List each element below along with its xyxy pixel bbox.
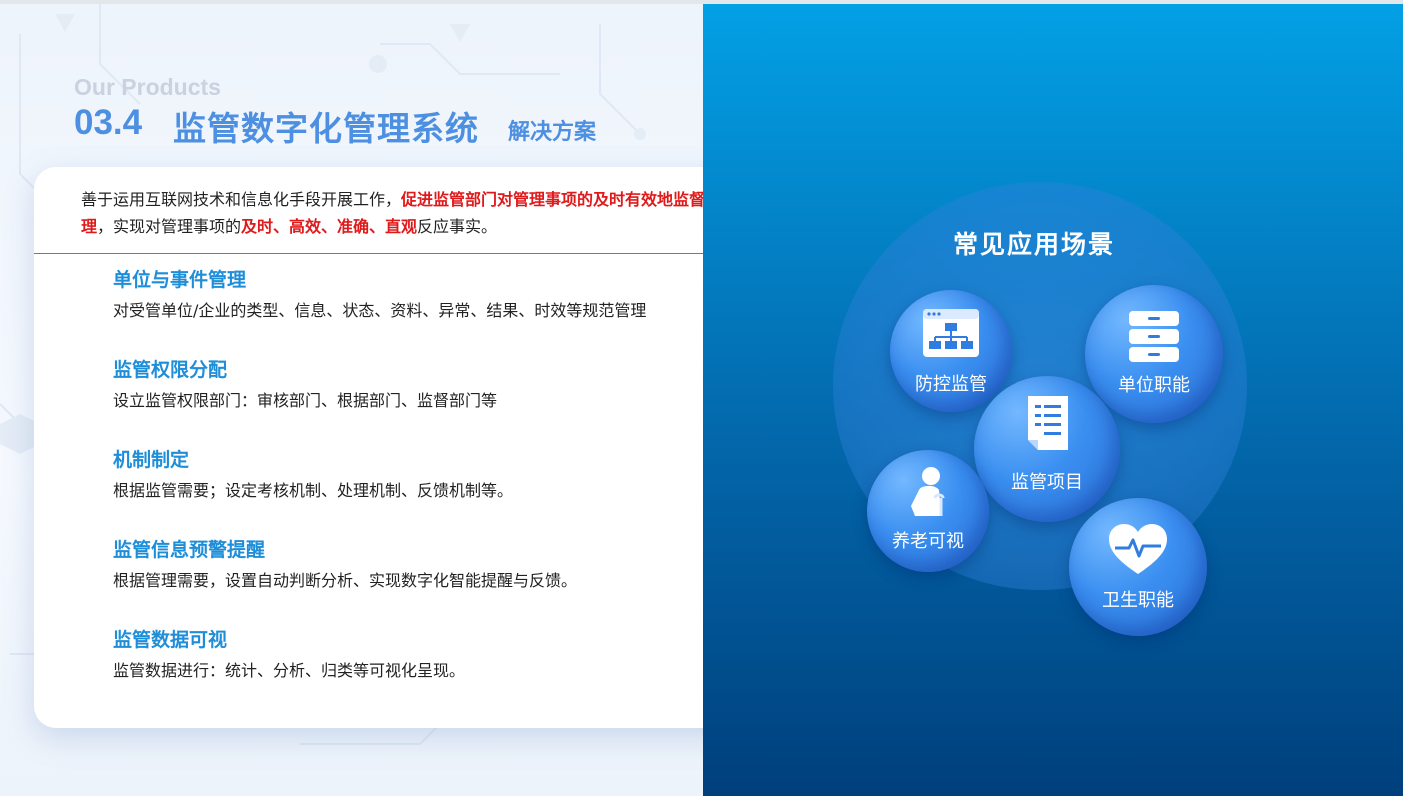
- elderly-icon: [911, 467, 945, 516]
- scene-bubble-unit[interactable]: 单位职能: [1085, 285, 1223, 423]
- content-card: 善于运用互联网技术和信息化手段开展工作，促进监管部门对管理事项的及时有效地监督管…: [34, 167, 746, 728]
- org-chart-icon: [923, 309, 979, 357]
- intro-paragraph: 善于运用互联网技术和信息化手段开展工作，促进监管部门对管理事项的及时有效地监督管…: [81, 186, 746, 240]
- scene-bubble-prevention[interactable]: 防控监管: [890, 290, 1012, 412]
- feature-desc: 根据监管需要；设定考核机制、处理机制、反馈机制等。: [113, 481, 514, 500]
- scene-title: 常见应用场景: [953, 230, 1116, 259]
- scene-label: 防控监管: [915, 374, 987, 395]
- divider: [34, 253, 746, 254]
- page-subtitle: 解决方案: [508, 120, 597, 145]
- feature-title: 机制制定: [113, 449, 190, 471]
- intro-highlight-2: 及时、高效、准确、直观: [241, 217, 418, 236]
- feature-desc: 根据管理需要，设置自动判断分析、实现数字化智能提醒与反馈。: [113, 571, 578, 590]
- scene-bubble-elderly[interactable]: 养老可视: [867, 450, 989, 572]
- heart-pulse-icon: [1109, 524, 1167, 574]
- feature-item: 监管数据可视 监管数据进行：统计、分析、归类等可视化呈现。: [113, 627, 465, 684]
- document-icon: [1028, 396, 1068, 450]
- intro-text-3: 反应事实。: [417, 217, 498, 236]
- feature-item: 机制制定 根据监管需要；设定考核机制、处理机制、反馈机制等。: [113, 447, 513, 504]
- scene-bubble-project[interactable]: 监管项目: [974, 376, 1120, 522]
- feature-title: 单位与事件管理: [113, 269, 247, 291]
- scene-panel: 常见应用场景 防控监管 单位职能 监管项目 养老可视 卫生职能: [703, 4, 1403, 796]
- page-title: 监管数字化管理系统: [173, 109, 479, 148]
- scene-label: 单位职能: [1118, 375, 1190, 396]
- feature-title: 监管权限分配: [113, 359, 228, 381]
- scene-label: 监管项目: [1011, 472, 1083, 493]
- section-number: 03.4: [74, 103, 143, 142]
- intro-text-2: ，实现对管理事项的: [97, 217, 242, 236]
- feature-title: 监管数据可视: [113, 629, 228, 651]
- scene-label: 卫生职能: [1102, 590, 1174, 611]
- feature-title: 监管信息预警提醒: [113, 539, 266, 561]
- feature-desc: 监管数据进行：统计、分析、归类等可视化呈现。: [113, 661, 466, 680]
- feature-item: 单位与事件管理 对受管单位/企业的类型、信息、状态、资料、异常、结果、时效等规范…: [113, 267, 646, 324]
- cabinet-icon: [1129, 311, 1179, 362]
- feature-desc: 设立监管权限部门：审核部门、根据部门、监督部门等: [113, 391, 498, 410]
- feature-desc: 对受管单位/企业的类型、信息、状态、资料、异常、结果、时效等规范管理: [113, 301, 647, 320]
- feature-item: 监管权限分配 设立监管权限部门：审核部门、根据部门、监督部门等: [113, 357, 497, 414]
- intro-text-1: 善于运用互联网技术和信息化手段开展工作，: [81, 190, 402, 209]
- scene-bubble-health[interactable]: 卫生职能: [1069, 498, 1207, 636]
- eyebrow-text: Our Products: [74, 74, 221, 100]
- feature-item: 监管信息预警提醒 根据管理需要，设置自动判断分析、实现数字化智能提醒与反馈。: [113, 537, 577, 594]
- scene-label: 养老可视: [892, 531, 964, 552]
